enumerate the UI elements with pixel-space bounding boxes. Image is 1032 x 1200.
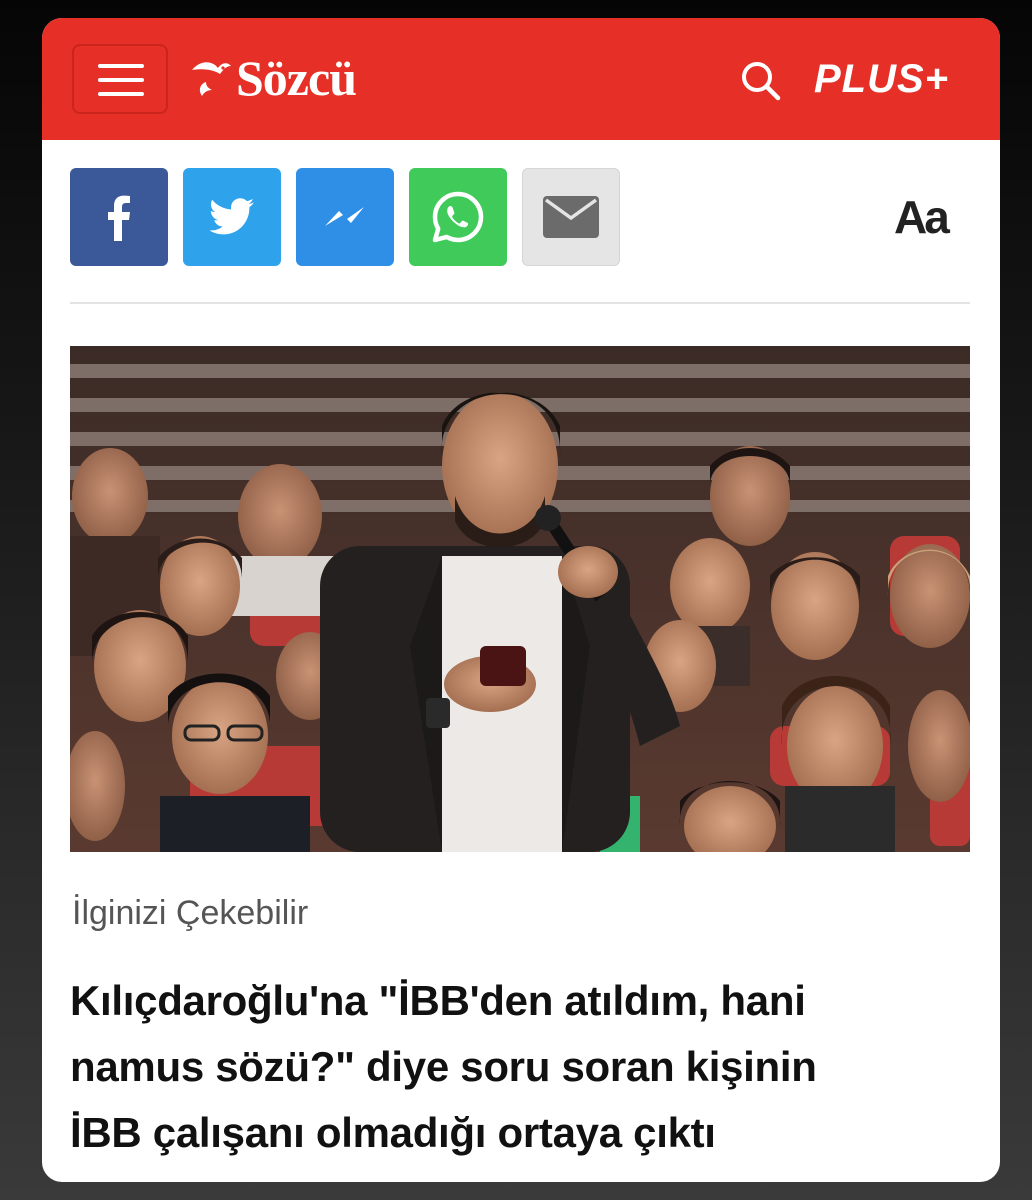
messenger-share-button[interactable]	[296, 168, 394, 266]
font-size-label: Aa	[894, 191, 950, 243]
hamburger-line	[98, 78, 144, 82]
hamburger-line	[98, 64, 144, 68]
messenger-icon	[325, 207, 364, 226]
headline-line: Kılıçdaroğlu'na "İBB'den atıldım, hani	[70, 977, 806, 1024]
brand-name: Sözcü	[236, 50, 357, 106]
bird-logo-icon	[192, 62, 231, 96]
twitter-icon	[210, 198, 254, 235]
headline-line: İBB çalışanı olmadığı ortaya çıktı	[70, 1109, 716, 1156]
share-bar	[70, 168, 620, 266]
facebook-icon	[108, 195, 130, 241]
audience-photo-image	[70, 346, 970, 852]
twitter-share-button[interactable]	[183, 168, 281, 266]
section-label: İlginizi Çekebilir	[72, 894, 309, 932]
site-header: Sözcü PLUS+	[42, 18, 1000, 140]
plus-subscription-link[interactable]: PLUS+	[814, 52, 949, 106]
divider	[70, 302, 970, 304]
article-card: Sözcü PLUS+ Aa İlginizi Çekebilir Kılıçd…	[42, 18, 1000, 1182]
sozcu-logo[interactable]: Sözcü	[190, 46, 357, 110]
search-icon[interactable]	[738, 58, 782, 102]
whatsapp-share-button[interactable]	[409, 168, 507, 266]
menu-button[interactable]	[72, 44, 168, 114]
facebook-share-button[interactable]	[70, 168, 168, 266]
whatsapp-icon	[432, 191, 484, 243]
article-headline[interactable]: Kılıçdaroğlu'na "İBB'den atıldım, hani n…	[70, 968, 970, 1166]
email-share-button[interactable]	[522, 168, 620, 266]
font-size-toggle[interactable]: Aa	[894, 190, 950, 244]
headline-line: namus sözü?" diye soru soran kişinin	[70, 1043, 817, 1090]
hamburger-line	[98, 92, 144, 96]
mail-icon	[543, 196, 599, 238]
article-photo[interactable]	[70, 346, 970, 852]
